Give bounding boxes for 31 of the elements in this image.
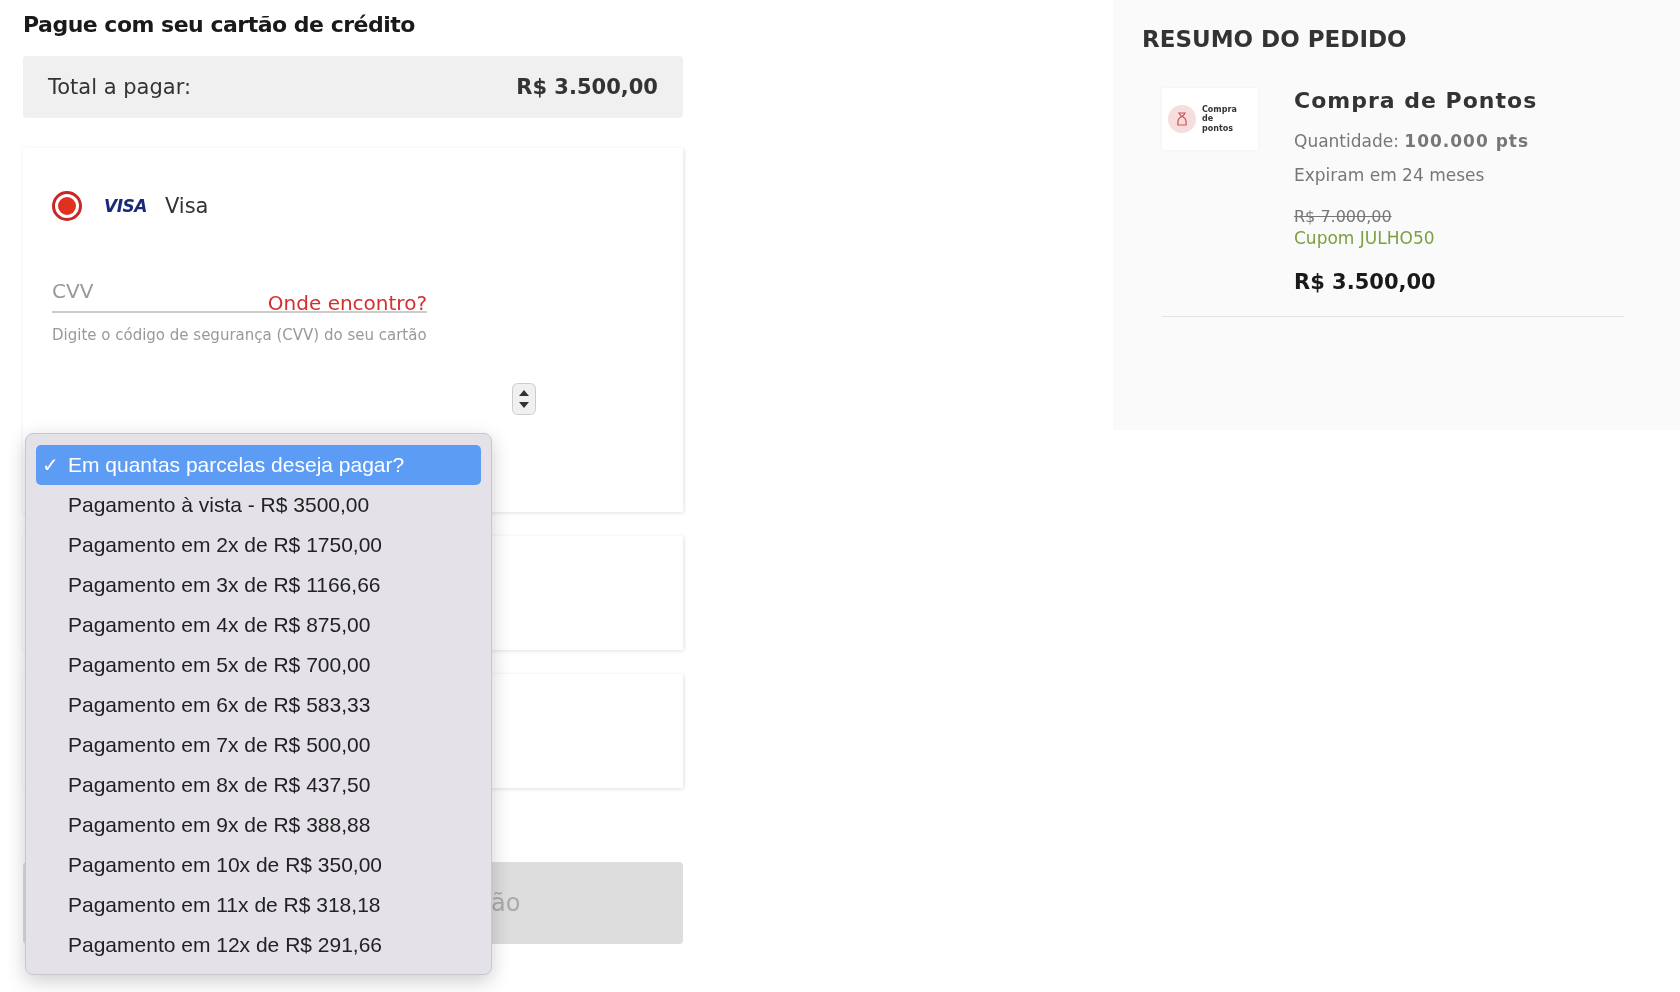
cvv-hint: Digite o código de segurança (CVV) do seu cartão: [52, 325, 427, 346]
dropdown-option[interactable]: Pagamento em 9x de R$ 388,88: [36, 805, 481, 845]
visa-logo: VISA: [104, 196, 147, 216]
product-name: Compra de Pontos: [1294, 88, 1538, 113]
dropdown-option[interactable]: Pagamento em 12x de R$ 291,66: [36, 925, 481, 965]
dropdown-option[interactable]: Pagamento em 10x de R$ 350,00: [36, 845, 481, 885]
stepper-icon[interactable]: [512, 382, 536, 415]
radio-button[interactable]: [52, 191, 82, 221]
product-price: R$ 3.500,00: [1294, 270, 1437, 294]
dropdown-option[interactable]: Pagamento em 7x de R$ 500,00: [36, 725, 481, 765]
dropdown-option[interactable]: Pagamento em 2x de R$ 1750,00: [36, 525, 481, 565]
check-icon: ✓: [42, 454, 59, 476]
help-link[interactable]: Onde encontro?: [267, 291, 427, 315]
dropdown-option[interactable]: Pagamento à vista - R$ 3500,00: [36, 485, 481, 525]
dropdown-option[interactable]: Pagamento em 5x de R$ 700,00: [36, 645, 481, 685]
expiry-text: Expiram em 24 meses: [1294, 165, 1486, 185]
quantity-text: Quantidade: 100.000 pts: [1294, 131, 1531, 151]
dropdown-option[interactable]: Pagamento em 3x de R$ 1166,66: [36, 565, 481, 605]
cvv-field[interactable]: CVV: [52, 271, 252, 311]
dropdown-option[interactable]: Pagamento em 11x de R$ 318,18: [36, 885, 481, 925]
dropdown-option[interactable]: Pagamento em 6x de R$ 583,33: [36, 685, 481, 725]
method-label: Visa: [164, 194, 209, 218]
thumbnail-text: Compra de pontos: [1202, 105, 1238, 133]
old-price: R$ 7.000,00: [1294, 207, 1393, 226]
page-title: Pague com seu cartão de crédito: [23, 12, 416, 37]
dropdown-option[interactable]: Pagamento em 8x de R$ 437,50: [36, 765, 481, 805]
dropdown-option[interactable]: Pagamento em 4x de R$ 875,00: [36, 605, 481, 645]
coupon-text: Cupom JULHO50: [1294, 228, 1436, 248]
summary-title: RESUMO DO PEDIDO: [1142, 26, 1408, 52]
total-label: Total a pagar:: [48, 75, 191, 99]
total-value: R$ 3.500,00: [516, 75, 658, 99]
